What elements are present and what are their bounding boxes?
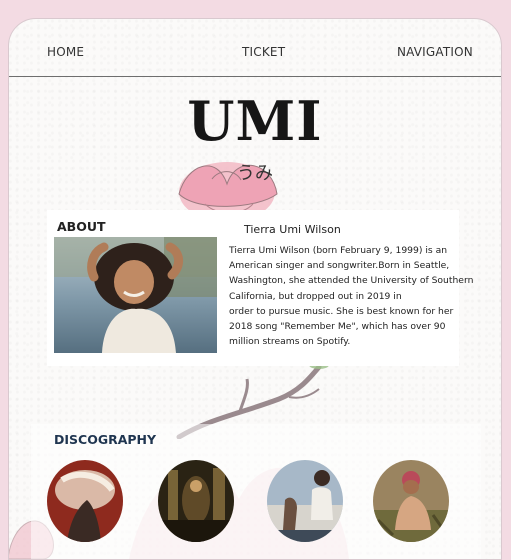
album-cover-3[interactable] — [267, 460, 343, 542]
about-text-line: order to pursue music. She is best known… — [229, 305, 454, 317]
page-title: UMI — [187, 89, 323, 153]
album-cover-4[interactable] — [373, 460, 449, 542]
about-text-line: million streams on Spotify. — [229, 336, 351, 348]
discography-section: DISCOGRAPHY — [31, 424, 481, 559]
about-text-line: Tierra Umi Wilson (born February 9, 1999… — [229, 245, 448, 256]
nav-link-navigation[interactable]: NAVIGATION — [397, 45, 473, 59]
about-section: ABOUT Tierra Umi Wilson Tierra Umi Wilso… — [47, 210, 474, 366]
page-frame: HOME TICKET NAVIGATION UMI うみ ABOUT Tier… — [8, 18, 502, 560]
about-heading: ABOUT — [57, 219, 106, 234]
artist-photo — [54, 237, 217, 353]
about-text-line: 2018 song "Remember Me", which has over … — [229, 321, 446, 333]
album-cover-1[interactable] — [47, 460, 123, 542]
page-subtitle: うみ — [237, 163, 273, 184]
artist-name: Tierra Umi Wilson — [244, 223, 341, 236]
nav-link-ticket[interactable]: TICKET — [242, 45, 285, 59]
discography-heading: DISCOGRAPHY — [54, 432, 157, 447]
about-text: Tierra Umi Wilson (born February 9, 1999… — [229, 243, 474, 349]
about-text-line: American singer and songwriter.Born in S… — [229, 260, 450, 272]
about-text-line: Washington, she attended the University … — [229, 275, 474, 287]
nav-link-home[interactable]: HOME — [47, 45, 84, 59]
album-cover-2[interactable] — [158, 460, 234, 542]
top-navigation: HOME TICKET NAVIGATION — [9, 19, 501, 77]
about-text-line: California, but dropped out in 2019 in — [229, 290, 402, 302]
